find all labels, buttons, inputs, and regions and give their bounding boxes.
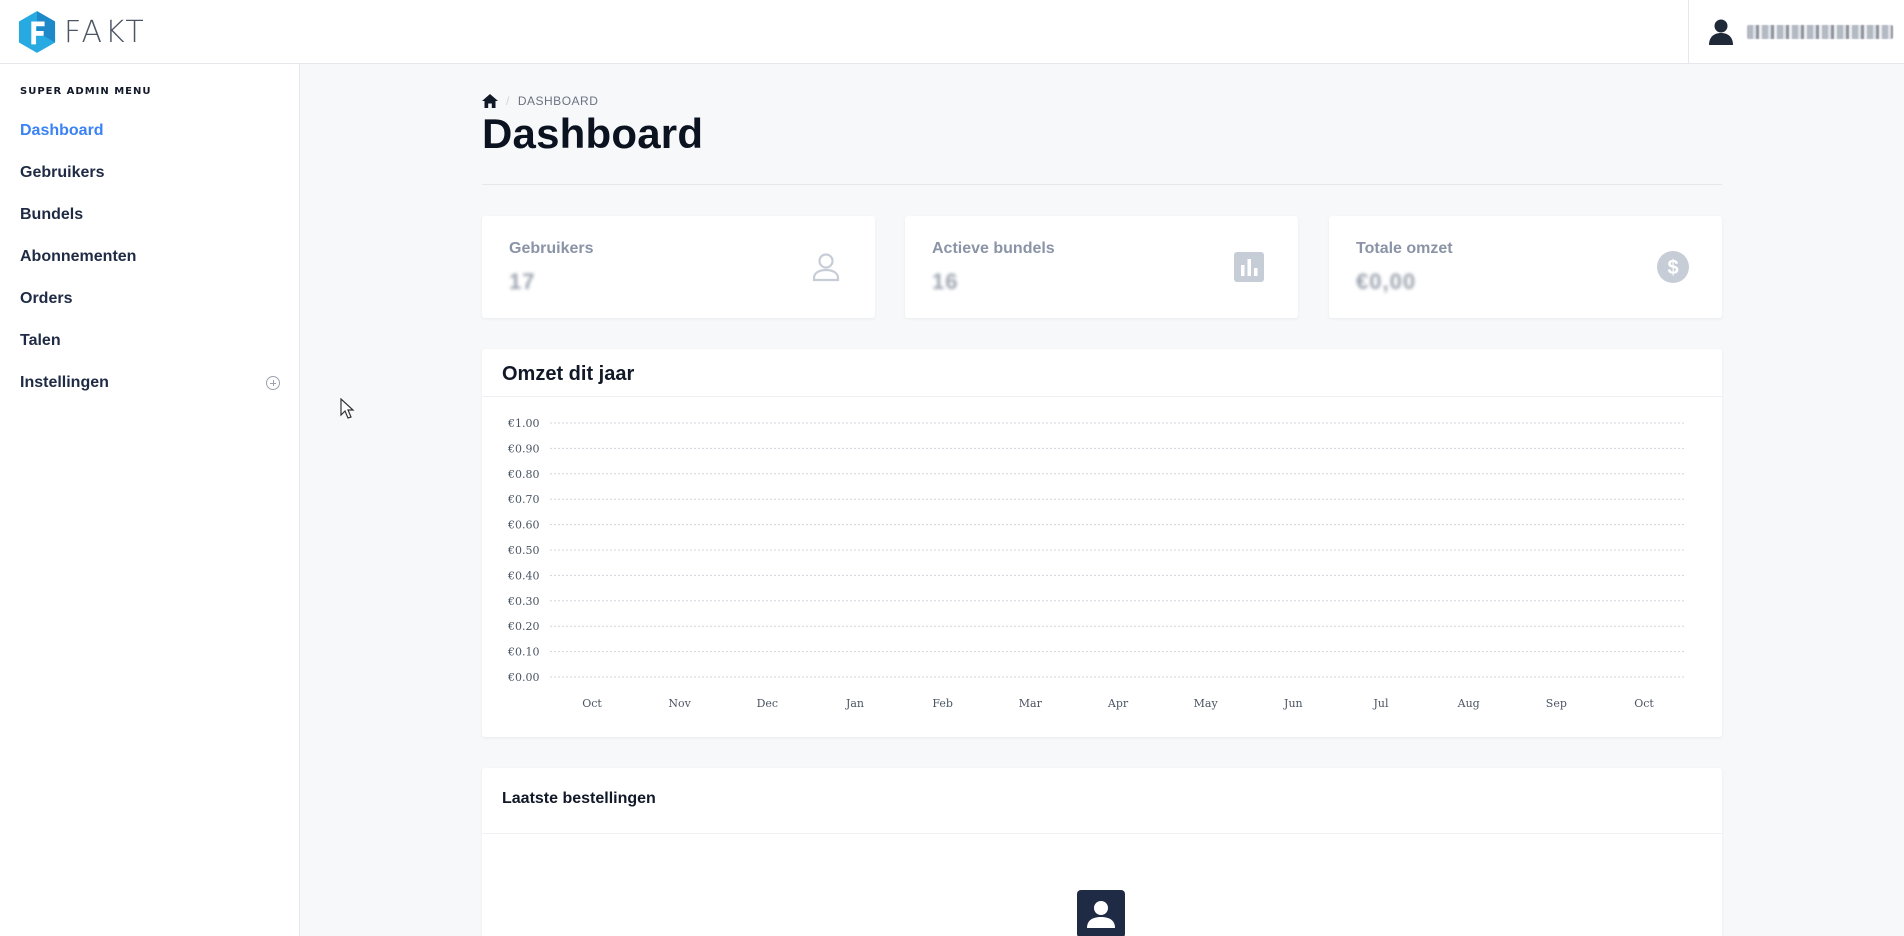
- logo[interactable]: FAKT: [18, 10, 147, 54]
- sidebar-item-label: Abonnementen: [20, 248, 137, 265]
- y-tick-label: €0.60: [507, 519, 540, 532]
- x-tick-label: Sep: [1546, 697, 1567, 710]
- stat-label: Gebruikers: [509, 240, 594, 257]
- sidebar-item-dashboard[interactable]: Dashboard: [0, 110, 300, 152]
- user-menu[interactable]: Beheerder Gebruiker: [1688, 0, 1904, 64]
- home-icon[interactable]: [482, 94, 498, 108]
- x-tick-label: Jul: [1372, 697, 1388, 710]
- user-card-icon: [1077, 890, 1125, 936]
- stats-row: Gebruikers 17 Actieve bundels 16 Totale …: [482, 216, 1722, 318]
- y-tick-label: €0.00: [507, 671, 540, 684]
- x-tick-label: Feb: [932, 697, 953, 710]
- sidebar-item-label: Talen: [20, 332, 61, 349]
- stat-card-actieve-bundels[interactable]: Actieve bundels 16: [905, 216, 1298, 318]
- stat-value: 16: [932, 269, 959, 294]
- divider: [482, 184, 1722, 185]
- sidebar-item-label: Gebruikers: [20, 164, 105, 181]
- revenue-chart-card: Omzet dit jaar €0.00 €0.10 €0.20 €0.30 €0.40…: [482, 349, 1722, 737]
- top-header: FAKT Beheerder Gebruiker: [0, 0, 1904, 64]
- breadcrumb-separator: /: [506, 94, 510, 108]
- card-header: Laatste bestellingen: [482, 768, 1722, 834]
- sidebar-menu: Dashboard Gebruikers Bundels Abonnemente…: [0, 110, 300, 404]
- sidebar-item-label: Instellingen: [20, 374, 109, 391]
- stat-value: €0,00: [1356, 269, 1417, 294]
- sidebar-item-label: Bundels: [20, 206, 84, 223]
- breadcrumb-current: DASHBOARD: [517, 94, 599, 108]
- menu-heading: SUPER ADMIN MENU: [20, 86, 152, 97]
- y-tick-label: €0.10: [507, 646, 540, 659]
- user-icon: [1709, 19, 1733, 45]
- y-tick-label: €0.40: [507, 569, 540, 582]
- sidebar-item-abonnementen[interactable]: Abonnementen: [0, 236, 300, 278]
- dollar-circle-icon: $: [1657, 251, 1689, 283]
- y-tick-label: €0.90: [507, 442, 540, 455]
- chart-title: Omzet dit jaar: [502, 363, 635, 385]
- sidebar-item-label: Orders: [20, 290, 73, 307]
- sidebar-item-gebruikers[interactable]: Gebruikers: [0, 152, 300, 194]
- user-name: Beheerder Gebruiker: [1747, 25, 1893, 39]
- revenue-chart: €0.00 €0.10 €0.20 €0.30 €0.40 €0.50 €0.60 €0.70…: [507, 417, 1684, 710]
- breadcrumb: / DASHBOARD: [482, 94, 598, 108]
- sidebar-item-label: Dashboard: [20, 122, 104, 139]
- stat-label: Actieve bundels: [932, 240, 1055, 257]
- svg-text:$: $: [1667, 257, 1678, 279]
- x-tick-label: Jun: [1283, 697, 1303, 710]
- x-tick-label: Apr: [1107, 697, 1129, 710]
- page-title: Dashboard: [482, 110, 704, 157]
- sidebar: SUPER ADMIN MENU Dashboard Gebruikers Bu…: [0, 64, 300, 936]
- x-tick-label: May: [1194, 697, 1219, 710]
- logo-text: FAKT: [64, 14, 147, 50]
- plus-circle-icon[interactable]: [266, 376, 280, 390]
- bar-chart-icon: [1234, 252, 1264, 282]
- orders-title: Laatste bestellingen: [502, 790, 656, 807]
- y-tick-label: €0.80: [507, 468, 540, 481]
- x-tick-label: Oct: [582, 697, 602, 710]
- sidebar-item-bundels[interactable]: Bundels: [0, 194, 300, 236]
- y-tick-label: €1.00: [507, 417, 540, 430]
- latest-orders-card: Laatste bestellingen: [482, 768, 1722, 936]
- stat-card-gebruikers[interactable]: Gebruikers 17: [482, 216, 875, 318]
- mouse-cursor-icon: [340, 398, 355, 419]
- logo-mark-icon: [18, 11, 56, 53]
- y-tick-label: €0.20: [507, 620, 540, 633]
- stat-label: Totale omzet: [1356, 240, 1453, 257]
- x-tick-label: Mar: [1019, 697, 1043, 710]
- x-tick-label: Oct: [1634, 697, 1654, 710]
- y-tick-label: €0.30: [507, 595, 540, 608]
- stat-card-totale-omzet[interactable]: Totale omzet €0,00 $: [1329, 216, 1722, 318]
- y-tick-label: €0.70: [507, 493, 540, 506]
- sidebar-item-instellingen[interactable]: Instellingen: [0, 362, 300, 404]
- x-tick-label: Nov: [668, 697, 691, 710]
- sidebar-item-orders[interactable]: Orders: [0, 278, 300, 320]
- card-header: Omzet dit jaar: [482, 349, 1722, 397]
- user-icon: [812, 253, 840, 282]
- y-tick-label: €0.50: [507, 544, 540, 557]
- x-tick-label: Dec: [757, 697, 779, 710]
- stat-value: 17: [509, 269, 536, 294]
- sidebar-item-talen[interactable]: Talen: [0, 320, 300, 362]
- x-tick-label: Aug: [1457, 697, 1480, 710]
- x-tick-label: Jan: [845, 697, 864, 710]
